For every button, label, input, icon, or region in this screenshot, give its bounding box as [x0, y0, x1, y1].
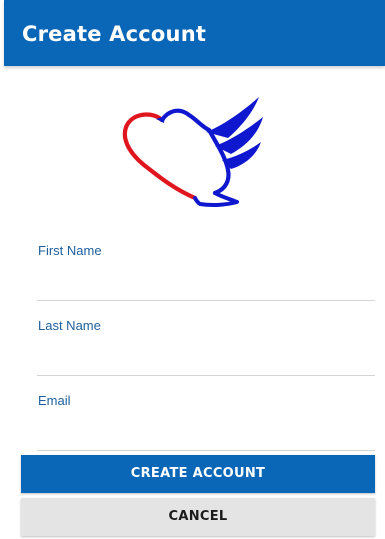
- email-input[interactable]: [37, 415, 375, 445]
- first-name-label: First Name: [38, 243, 102, 258]
- last-name-input[interactable]: [37, 340, 375, 370]
- last-name-field: Last Name: [37, 318, 375, 390]
- page-title: Create Account: [22, 22, 207, 46]
- create-account-screen: Create Account First Name Last Name Emai…: [0, 0, 385, 539]
- first-name-field: First Name: [37, 243, 375, 315]
- last-name-label: Last Name: [38, 318, 101, 333]
- email-label: Email: [38, 393, 71, 408]
- cancel-button[interactable]: CANCEL: [21, 498, 375, 536]
- create-account-button[interactable]: CREATE ACCOUNT: [21, 455, 375, 493]
- dove-heart-logo-icon: [122, 97, 263, 208]
- last-name-underline: [37, 375, 375, 376]
- first-name-input[interactable]: [37, 265, 375, 295]
- email-underline: [37, 450, 375, 451]
- first-name-underline: [37, 300, 375, 301]
- app-bar: Create Account: [4, 0, 385, 66]
